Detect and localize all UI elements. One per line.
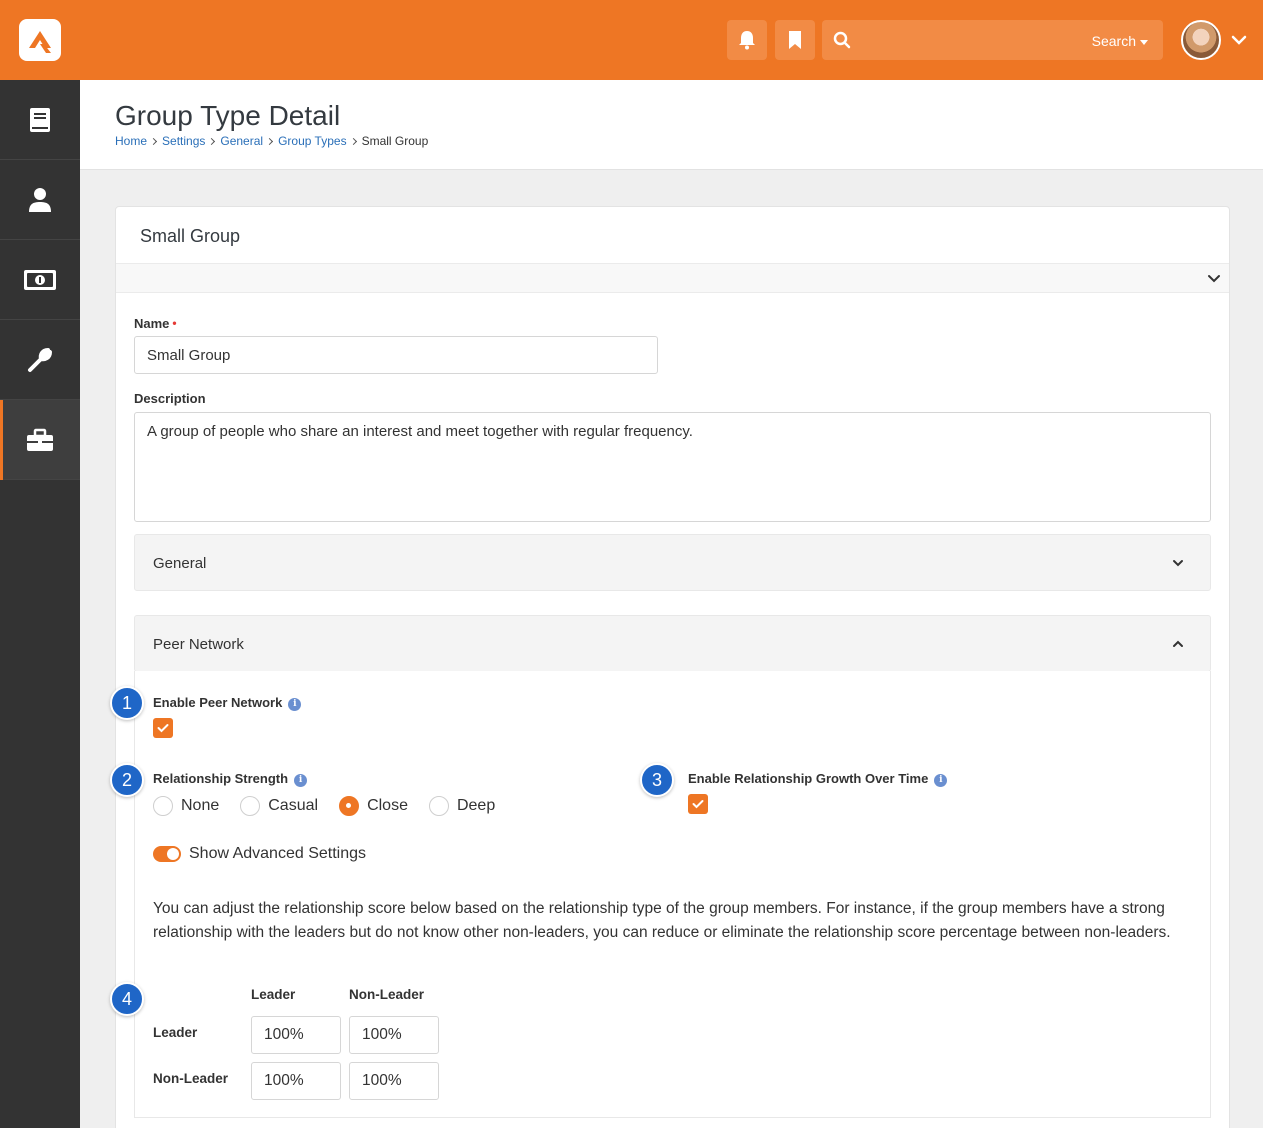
rock-logo[interactable] [19, 19, 61, 61]
grid-row-leader: Leader [153, 1025, 198, 1040]
panel-title: Small Group [140, 226, 241, 246]
info-icon[interactable]: i [934, 774, 948, 787]
wrench-icon [28, 347, 52, 372]
peer-network-section-title: Peer Network [153, 636, 244, 653]
relationship-growth-label: Enable Relationship Growth Over Time i [688, 771, 948, 787]
top-bar: Search [0, 0, 1263, 80]
radio-circle-selected [339, 796, 360, 816]
radio-casual[interactable]: Casual [240, 796, 318, 816]
sidebar-item-admin[interactable] [0, 400, 80, 480]
nonleader-nonleader-percent-input[interactable] [349, 1062, 439, 1100]
relationship-growth-checkbox[interactable] [688, 794, 708, 814]
radio-circle [153, 796, 173, 816]
required-indicator: • [172, 316, 177, 330]
breadcrumb-home[interactable]: Home [115, 134, 147, 148]
person-icon [29, 187, 51, 212]
radio-circle [240, 796, 261, 816]
description-label: Description [134, 391, 206, 406]
relationship-strength-radio-group: None Casual Close Deep [153, 796, 516, 816]
radio-circle [428, 796, 449, 816]
general-section-title: General [153, 555, 207, 572]
money-icon [24, 269, 56, 290]
leader-leader-percent-input[interactable] [251, 1016, 341, 1054]
name-field[interactable] [134, 336, 658, 374]
sidebar-item-tools[interactable] [0, 320, 80, 400]
sidebar-item-people[interactable] [0, 160, 80, 240]
page-title: Group Type Detail [115, 100, 341, 131]
search-scope-dropdown[interactable]: Search [1092, 33, 1148, 49]
search-input[interactable]: Search [822, 20, 1163, 60]
show-advanced-settings-label: Show Advanced Settings [189, 845, 367, 862]
info-icon[interactable]: i [288, 698, 302, 711]
description-field[interactable]: A group of people who share an interest … [134, 412, 1211, 522]
enable-peer-network-label: Enable Peer Network i [153, 695, 302, 711]
breadcrumb: Home Settings General Group Types Small … [115, 134, 428, 148]
checkmark-icon [692, 800, 704, 809]
briefcase-icon [27, 428, 53, 451]
radio-close[interactable]: Close [339, 796, 408, 816]
sidebar-item-book[interactable] [0, 80, 80, 160]
notification-bell-button[interactable] [727, 20, 767, 60]
callout-badge-3: 3 [640, 763, 674, 797]
caret-down-icon [1140, 39, 1148, 45]
user-avatar[interactable] [1181, 20, 1221, 60]
breadcrumb-general[interactable]: General [220, 134, 263, 148]
chevron-down-icon [1208, 275, 1220, 283]
nonleader-leader-percent-input[interactable] [251, 1062, 341, 1100]
breadcrumb-current: Small Group [361, 134, 429, 148]
grid-col-leader: Leader [251, 987, 296, 1002]
general-section-header[interactable]: General [134, 534, 1211, 591]
search-icon [833, 31, 851, 49]
chevron-right-icon [149, 137, 158, 145]
breadcrumb-group-types[interactable]: Group Types [278, 134, 346, 148]
grid-row-nonleader: Non-Leader [153, 1071, 229, 1086]
chevron-right-icon [208, 137, 216, 145]
radio-deep[interactable]: Deep [428, 796, 495, 816]
show-advanced-settings-toggle[interactable] [153, 846, 181, 862]
logo-mark-icon [29, 31, 51, 53]
breadcrumb-settings[interactable]: Settings [162, 134, 205, 148]
advanced-settings-description: You can adjust the relationship score be… [153, 900, 1171, 941]
bookmark-button[interactable] [775, 20, 815, 60]
callout-badge-1: 1 [110, 686, 144, 720]
page-header: Group Type Detail Home Settings General … [80, 80, 1263, 170]
radio-none[interactable]: None [153, 796, 219, 816]
chevron-down-icon[interactable] [1231, 32, 1247, 48]
leader-nonleader-percent-input[interactable] [349, 1016, 439, 1054]
chevron-right-icon [266, 137, 274, 145]
panel-drawer-toggle[interactable] [116, 263, 1229, 293]
enable-peer-network-checkbox[interactable] [153, 718, 173, 738]
relationship-strength-label: Relationship Strength i [153, 771, 308, 787]
chevron-down-icon [1173, 560, 1183, 567]
name-label: Name • [134, 316, 177, 331]
callout-badge-2: 2 [110, 763, 144, 797]
callout-badge-4: 4 [110, 982, 144, 1016]
info-icon[interactable]: i [294, 774, 308, 787]
grid-col-nonleader: Non-Leader [349, 987, 425, 1002]
bookmark-icon [789, 31, 801, 49]
chevron-up-icon [1173, 640, 1183, 647]
book-icon [30, 107, 50, 132]
chevron-right-icon [349, 137, 357, 145]
checkmark-icon [157, 724, 169, 733]
sidebar [0, 80, 80, 1128]
sidebar-item-finance[interactable] [0, 240, 80, 320]
peer-network-section-header[interactable]: Peer Network [134, 615, 1211, 672]
notification-bell-icon [739, 31, 755, 50]
